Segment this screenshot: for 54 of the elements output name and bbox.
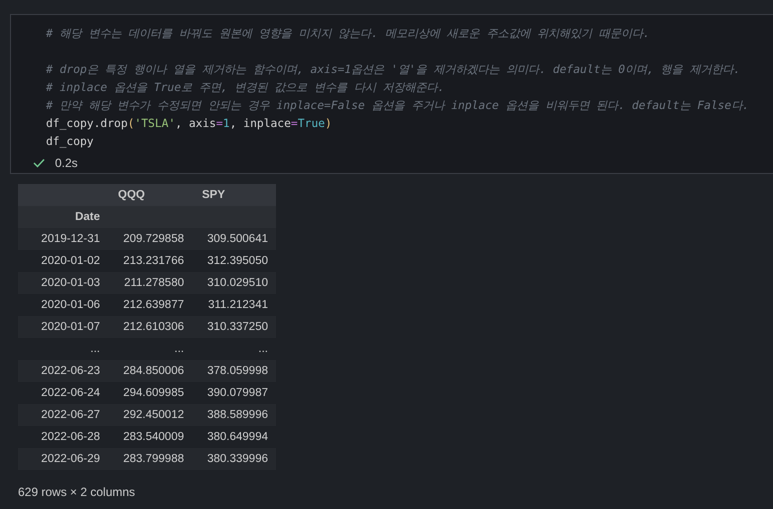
- index-cell: 2020-01-07: [18, 316, 108, 338]
- code-token: , inplace: [230, 117, 291, 130]
- index-cell: 2020-01-02: [18, 250, 108, 272]
- index-cell: 2022-06-29: [18, 448, 108, 470]
- index-cell: 2022-06-27: [18, 404, 108, 426]
- table-cell: 311.212341: [192, 294, 276, 316]
- table-cell: 292.450012: [108, 404, 192, 426]
- table-cell: 312.395050: [192, 250, 276, 272]
- table-cell: 284.850006: [108, 360, 192, 382]
- column-header: SPY: [192, 184, 276, 206]
- index-cell: 2019-12-31: [18, 228, 108, 250]
- execution-time: 0.2s: [55, 156, 78, 170]
- code-token: =: [290, 117, 298, 130]
- code-cell[interactable]: [10, 14, 773, 174]
- code-token: 1: [222, 117, 230, 130]
- table-cell: ...: [192, 338, 276, 360]
- table-cell: 310.029510: [192, 272, 276, 294]
- code-token: , axis: [175, 117, 216, 130]
- table-cell: 309.500641: [192, 228, 276, 250]
- table-summary: 629 rows × 2 columns: [18, 485, 136, 499]
- code-token: =: [216, 117, 223, 130]
- table-cell: 213.231766: [108, 250, 192, 272]
- table-cell: 294.609985: [108, 382, 192, 404]
- code-comment: # drop은 특정 행이나 열을 제거하는 함수이며, axis=1옵션은 '열'을 제거하겠다는 의미다. default는 0이며, 행을 제거한다.: [46, 63, 740, 76]
- table-cell: 388.589996: [192, 404, 276, 426]
- index-cell: 2022-06-28: [18, 426, 108, 448]
- code-token: ): [324, 117, 332, 130]
- table-cell: 212.639877: [108, 294, 192, 316]
- table-cell: 212.610306: [108, 316, 192, 338]
- table-cell: 283.799988: [108, 448, 192, 470]
- index-cell: ...: [18, 338, 108, 360]
- code-comment: # inplace 옵션을 True로 주면, 변경된 값으로 변수를 다시 저장해준다.: [46, 81, 444, 94]
- index-cell: 2020-01-03: [18, 272, 108, 294]
- table-cell: 378.059998: [192, 360, 276, 382]
- table-cell: ...: [108, 338, 192, 360]
- table-cell: 380.649994: [192, 426, 276, 448]
- table-cell: 283.540009: [108, 426, 192, 448]
- code-comment: # 만약 해당 변수가 수정되면 안되는 경우 inplace=False 옵션을 주거나 inplace 옵션을 비워두면 된다. default는 False다.: [46, 99, 750, 112]
- code-token: (: [128, 117, 134, 130]
- code-token: df_copy: [46, 135, 94, 148]
- index-cell: 2022-06-23: [18, 360, 108, 382]
- index-cell: 2022-06-24: [18, 382, 108, 404]
- table-cell: 310.337250: [192, 316, 276, 338]
- index-header: Date: [18, 206, 108, 228]
- code-comment: # 해당 변수는 데이터를 바꿔도 원본에 영향을 미치지 않는다. 메모리상에 새로운 주소값에 위치해있기 때문이다.: [46, 27, 650, 40]
- table-cell: 380.339996: [192, 448, 276, 470]
- code-token: True: [298, 117, 325, 130]
- column-header: QQQ: [108, 184, 192, 206]
- code-token: df_copy.drop: [46, 117, 128, 130]
- code-token: 'TSLA': [134, 117, 176, 130]
- table-cell: 390.079987: [192, 382, 276, 404]
- index-cell: 2020-01-06: [18, 294, 108, 316]
- table-cell: 209.729858: [108, 228, 192, 250]
- table-cell: 211.278580: [108, 272, 192, 294]
